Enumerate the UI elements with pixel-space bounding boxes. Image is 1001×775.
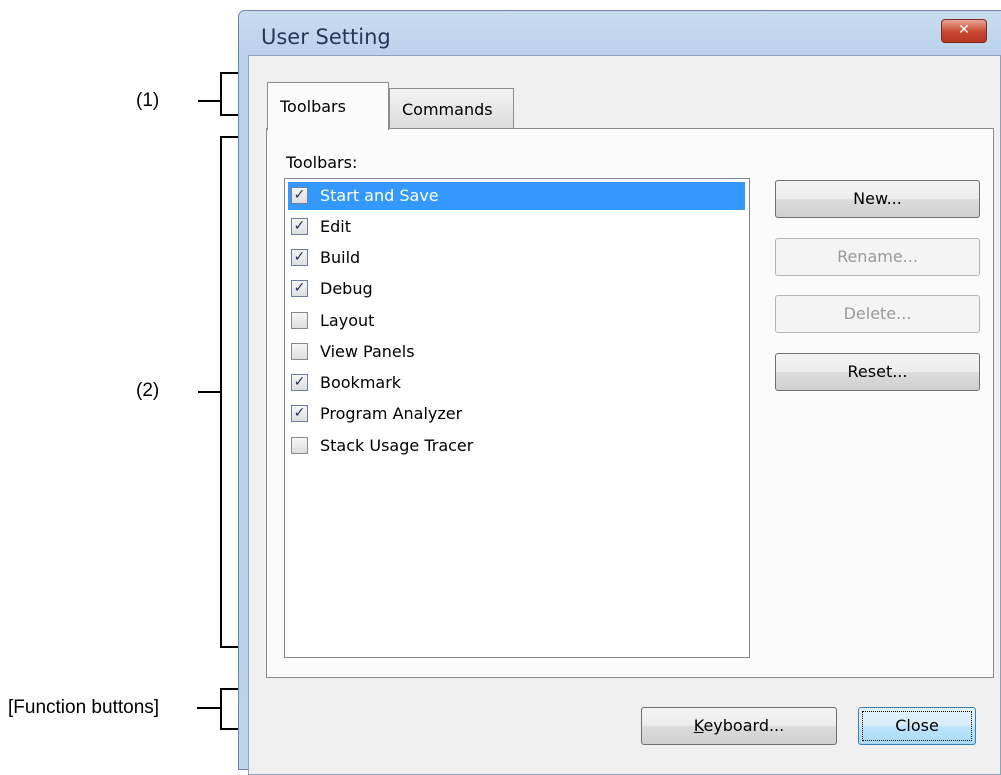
toolbars-group-label: Toolbars: [286, 153, 358, 172]
list-item-view-panels[interactable]: View Panels [288, 338, 745, 366]
dialog-client-area: Toolbars Commands Toolbars: ✓ Start and … [248, 55, 1001, 775]
toolbars-tab-panel: Toolbars: ✓ Start and Save ✓ Edit ✓ Buil… [266, 128, 994, 678]
list-item-layout[interactable]: Layout [288, 307, 745, 335]
list-item-bookmark[interactable]: ✓ Bookmark [288, 369, 745, 397]
list-item-label: Bookmark [320, 373, 402, 392]
annotation-label-2: (2) [136, 380, 160, 401]
annotation-tick-1 [198, 100, 220, 102]
checkmark-icon: ✓ [293, 374, 306, 390]
annotation-label-function-buttons: [Function buttons] [8, 697, 160, 718]
checkbox-build[interactable]: ✓ [291, 249, 308, 266]
keyboard-button[interactable]: Keyboard... [641, 707, 837, 745]
list-item-label: Start and Save [320, 186, 439, 205]
checkbox-program-analyzer[interactable]: ✓ [291, 405, 308, 422]
user-setting-dialog: User Setting ✕ Toolbars Commands Toolbar… [238, 10, 1001, 775]
list-item-program-analyzer[interactable]: ✓ Program Analyzer [288, 400, 745, 428]
checkbox-start-and-save[interactable]: ✓ [291, 187, 308, 204]
delete-button[interactable]: Delete... [775, 295, 980, 333]
checkbox-layout[interactable] [291, 312, 308, 329]
list-item-stack-usage-tracer[interactable]: Stack Usage Tracer [288, 432, 745, 460]
checkbox-stack-usage-tracer[interactable] [291, 437, 308, 454]
toolbars-list[interactable]: ✓ Start and Save ✓ Edit ✓ Build ✓ Debug [284, 178, 750, 658]
new-button[interactable]: New... [775, 180, 980, 218]
list-item-label: Layout [320, 311, 375, 330]
reset-button[interactable]: Reset... [775, 353, 980, 391]
checkbox-view-panels[interactable] [291, 343, 308, 360]
list-item-label: Build [320, 248, 361, 267]
checkbox-bookmark[interactable]: ✓ [291, 374, 308, 391]
list-item-start-and-save[interactable]: ✓ Start and Save [288, 182, 745, 210]
list-item-label: Debug [320, 279, 373, 298]
keyboard-label-rest: eyboard... [703, 716, 785, 735]
checkmark-icon: ✓ [293, 280, 306, 296]
checkmark-icon: ✓ [293, 187, 306, 203]
list-item-edit[interactable]: ✓ Edit [288, 213, 745, 241]
annotation-bracket-3 [220, 688, 238, 730]
list-item-label: Edit [320, 217, 351, 236]
list-item-label: View Panels [320, 342, 415, 361]
checkmark-icon: ✓ [293, 249, 306, 265]
list-item-build[interactable]: ✓ Build [288, 244, 745, 272]
annotation-bracket-1 [220, 72, 238, 116]
tab-commands[interactable]: Commands [389, 88, 514, 128]
rename-button[interactable]: Rename... [775, 238, 980, 276]
close-window-button[interactable]: ✕ [941, 19, 987, 43]
list-item-label: Program Analyzer [320, 404, 463, 423]
close-button[interactable]: Close [858, 707, 976, 745]
checkbox-edit[interactable]: ✓ [291, 218, 308, 235]
annotation-tick-2 [198, 391, 220, 393]
close-icon: ✕ [958, 22, 970, 38]
checkbox-debug[interactable]: ✓ [291, 280, 308, 297]
list-item-debug[interactable]: ✓ Debug [288, 275, 745, 303]
annotation-bracket-2 [220, 136, 238, 648]
keyboard-mnemonic: K [693, 716, 704, 735]
dialog-title: User Setting [261, 25, 391, 49]
tab-toolbars[interactable]: Toolbars [267, 82, 389, 130]
checkmark-icon: ✓ [293, 218, 306, 234]
annotation-label-1: (1) [136, 90, 160, 111]
checkmark-icon: ✓ [293, 405, 306, 421]
list-item-label: Stack Usage Tracer [320, 436, 474, 455]
annotation-tick-3 [197, 707, 220, 709]
